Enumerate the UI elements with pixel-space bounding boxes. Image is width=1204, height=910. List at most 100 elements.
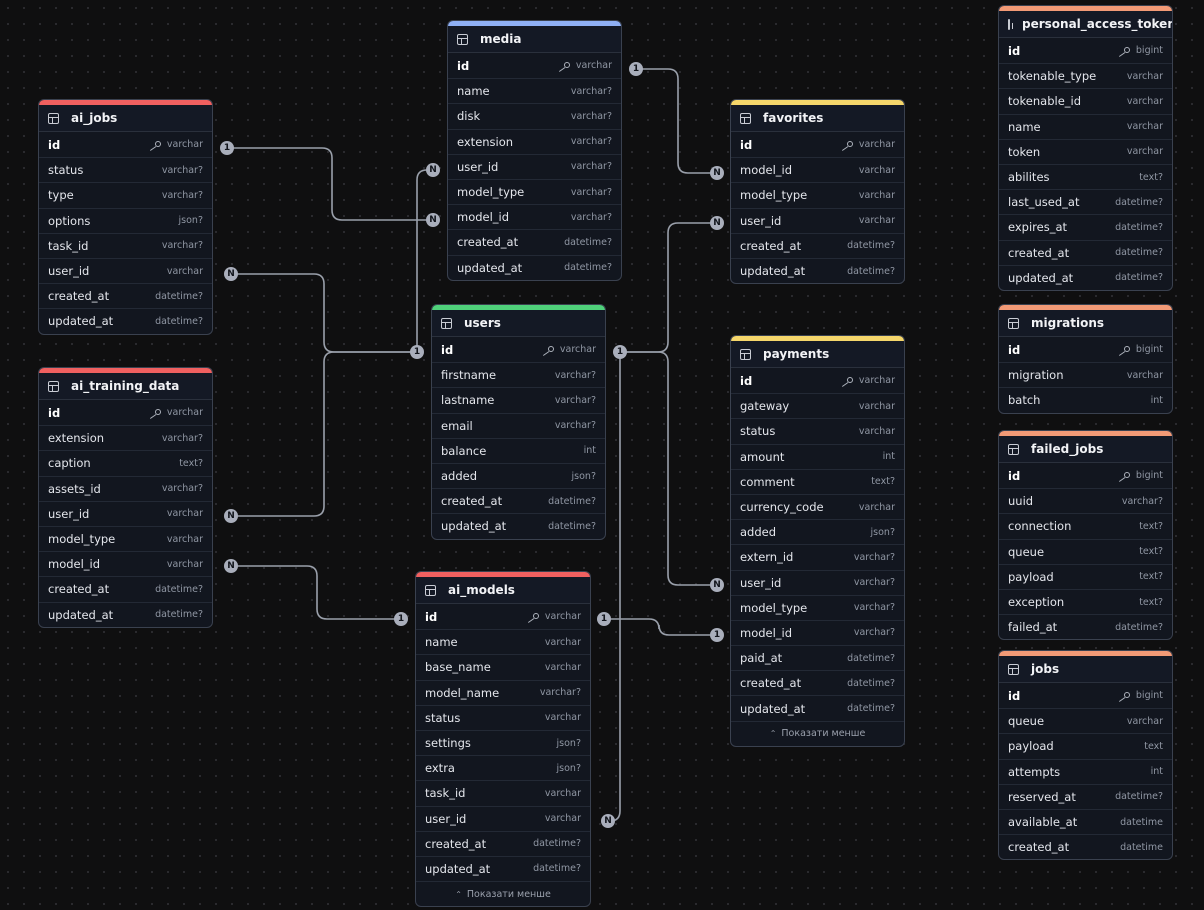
- table-failed-jobs[interactable]: failed_jobs id bigint uuid varchar? connecti…: [998, 430, 1173, 641]
- column-row-tokenable-type[interactable]: tokenable_type varchar: [999, 63, 1172, 88]
- column-row-user-id[interactable]: user_id varchar: [731, 207, 904, 233]
- table-ai-training-data[interactable]: ai_training_data id varchar extension varch…: [38, 367, 213, 628]
- column-row-balance[interactable]: balance int: [432, 437, 605, 463]
- column-row-id[interactable]: id varchar: [39, 132, 212, 157]
- column-row-updated-at[interactable]: updated_at datetime?: [39, 601, 212, 627]
- column-row-model-type[interactable]: model_type varchar: [731, 182, 904, 207]
- column-row-model-name[interactable]: model_name varchar?: [416, 679, 590, 705]
- column-row-model-type[interactable]: model_type varchar?: [448, 178, 621, 204]
- column-row-id[interactable]: id varchar: [432, 337, 605, 362]
- table-header[interactable]: jobs: [999, 651, 1172, 683]
- table-header[interactable]: failed_jobs: [999, 431, 1172, 463]
- column-row-queue[interactable]: queue text?: [999, 538, 1172, 564]
- column-row-id[interactable]: id bigint: [999, 683, 1172, 708]
- column-row-settings[interactable]: settings json?: [416, 729, 590, 755]
- column-row-last-used-at[interactable]: last_used_at datetime?: [999, 189, 1172, 214]
- table-header[interactable]: media: [448, 21, 621, 53]
- column-row-extension[interactable]: extension varchar?: [448, 128, 621, 154]
- column-row-id[interactable]: id varchar: [731, 132, 904, 157]
- column-row-id[interactable]: id bigint: [999, 337, 1172, 362]
- column-row-abilites[interactable]: abilites text?: [999, 163, 1172, 189]
- column-row-options[interactable]: options json?: [39, 207, 212, 233]
- column-row-user-id[interactable]: user_id varchar: [416, 805, 590, 831]
- column-row-exception[interactable]: exception text?: [999, 588, 1172, 614]
- column-row-base-name[interactable]: base_name varchar: [416, 654, 590, 679]
- column-row-email[interactable]: email varchar?: [432, 412, 605, 438]
- column-row-extension[interactable]: extension varchar?: [39, 425, 212, 450]
- show-less-button[interactable]: ⌃ Показати менше: [731, 720, 904, 746]
- column-row-name[interactable]: name varchar?: [448, 78, 621, 103]
- column-row-model-id[interactable]: model_id varchar?: [448, 204, 621, 229]
- table-header[interactable]: ai_jobs: [39, 100, 212, 132]
- table-favorites[interactable]: favorites id varchar model_id varchar model_…: [730, 99, 905, 285]
- table-migrations[interactable]: migrations id bigint migration varchar batch…: [998, 304, 1173, 414]
- show-less-button[interactable]: ⌃ Показати менше: [416, 881, 590, 906]
- column-row-lastname[interactable]: lastname varchar?: [432, 387, 605, 412]
- column-row-user-id[interactable]: user_id varchar: [39, 257, 212, 283]
- column-row-name[interactable]: name varchar: [999, 113, 1172, 139]
- column-row-updated-at[interactable]: updated_at datetime?: [731, 695, 904, 720]
- column-row-tokenable-id[interactable]: tokenable_id varchar: [999, 88, 1172, 113]
- column-row-currency-code[interactable]: currency_code varchar: [731, 493, 904, 519]
- column-row-id[interactable]: id bigint: [999, 38, 1172, 63]
- table-header[interactable]: favorites: [731, 100, 904, 132]
- column-row-created-at[interactable]: created_at datetime?: [731, 232, 904, 258]
- column-row-model-type[interactable]: model_type varchar: [39, 525, 212, 551]
- column-row-status[interactable]: status varchar: [416, 704, 590, 730]
- column-row-id[interactable]: id varchar: [416, 604, 590, 629]
- table-payments[interactable]: payments id varchar gateway varchar status va…: [730, 335, 905, 747]
- column-row-type[interactable]: type varchar?: [39, 182, 212, 207]
- column-row-expires-at[interactable]: expires_at datetime?: [999, 214, 1172, 239]
- table-header[interactable]: migrations: [999, 305, 1172, 337]
- table-header[interactable]: ai_training_data: [39, 368, 212, 400]
- column-row-payload[interactable]: payload text?: [999, 563, 1172, 589]
- column-row-created-at[interactable]: created_at datetime?: [39, 283, 212, 308]
- column-row-model-id[interactable]: model_id varchar?: [731, 619, 904, 645]
- column-row-created-at[interactable]: created_at datetime?: [416, 830, 590, 856]
- column-row-payload[interactable]: payload text: [999, 733, 1172, 758]
- column-row-created-at[interactable]: created_at datetime?: [39, 576, 212, 601]
- table-header[interactable]: ai_models: [416, 572, 590, 604]
- column-row-queue[interactable]: queue varchar: [999, 708, 1172, 733]
- table-ai-jobs[interactable]: ai_jobs id varchar status varchar? type varch…: [38, 99, 213, 335]
- column-row-caption[interactable]: caption text?: [39, 450, 212, 475]
- column-row-connection[interactable]: connection text?: [999, 513, 1172, 538]
- column-row-added[interactable]: added json?: [432, 462, 605, 488]
- column-row-created-at[interactable]: created_at datetime?: [999, 239, 1172, 265]
- column-row-id[interactable]: id varchar: [448, 53, 621, 78]
- column-row-updated-at[interactable]: updated_at datetime?: [448, 254, 621, 280]
- table-jobs[interactable]: jobs id bigint queue varchar payload text atte…: [998, 650, 1173, 861]
- table-ai-models[interactable]: ai_models id varchar name varchar base_name v…: [415, 571, 591, 908]
- column-row-task-id[interactable]: task_id varchar: [416, 780, 590, 805]
- column-row-name[interactable]: name varchar: [416, 629, 590, 654]
- column-row-model-id[interactable]: model_id varchar: [39, 551, 212, 576]
- column-row-attempts[interactable]: attempts int: [999, 758, 1172, 784]
- column-row-paid-at[interactable]: paid_at datetime?: [731, 645, 904, 670]
- table-personal-access-tokens[interactable]: personal_access_tokens id bigint tokenable…: [998, 5, 1173, 291]
- column-row-failed-at[interactable]: failed_at datetime?: [999, 614, 1172, 639]
- column-row-amount[interactable]: amount int: [731, 443, 904, 469]
- column-row-user-id[interactable]: user_id varchar?: [731, 569, 904, 595]
- column-row-model-id[interactable]: model_id varchar: [731, 157, 904, 182]
- column-row-created-at[interactable]: created_at datetime?: [731, 670, 904, 695]
- column-row-updated-at[interactable]: updated_at datetime?: [999, 264, 1172, 290]
- column-row-reserved-at[interactable]: reserved_at datetime?: [999, 783, 1172, 809]
- column-row-user-id[interactable]: user_id varchar?: [448, 153, 621, 179]
- column-row-updated-at[interactable]: updated_at datetime?: [39, 308, 212, 333]
- column-row-model-type[interactable]: model_type varchar?: [731, 594, 904, 620]
- column-row-comment[interactable]: comment text?: [731, 468, 904, 494]
- column-row-status[interactable]: status varchar?: [39, 157, 212, 182]
- column-row-disk[interactable]: disk varchar?: [448, 103, 621, 128]
- column-row-updated-at[interactable]: updated_at datetime?: [416, 855, 590, 881]
- table-header[interactable]: payments: [731, 336, 904, 368]
- column-row-gateway[interactable]: gateway varchar: [731, 393, 904, 418]
- column-row-status[interactable]: status varchar: [731, 418, 904, 443]
- table-header[interactable]: personal_access_tokens: [999, 6, 1172, 38]
- column-row-id[interactable]: id varchar: [731, 368, 904, 393]
- column-row-available-at[interactable]: available_at datetime: [999, 808, 1172, 834]
- column-row-extra[interactable]: extra json?: [416, 755, 590, 780]
- column-row-user-id[interactable]: user_id varchar: [39, 500, 212, 526]
- column-row-id[interactable]: id varchar: [39, 400, 212, 425]
- table-header[interactable]: users: [432, 305, 605, 337]
- column-row-task-id[interactable]: task_id varchar?: [39, 232, 212, 258]
